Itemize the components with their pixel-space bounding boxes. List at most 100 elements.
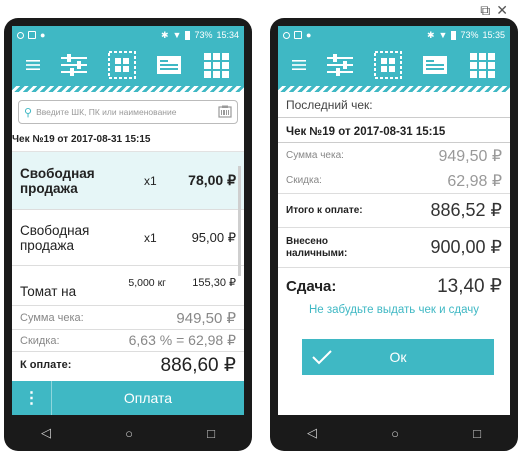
home-icon[interactable]: ○ xyxy=(391,426,399,441)
status-bar: ● ✱ ▼ 73% 15:34 xyxy=(12,26,244,44)
status-bar: ● ✱ ▼ 73% 15:35 xyxy=(278,26,510,44)
android-navbar: ◁ ○ □ xyxy=(270,415,518,451)
sliders-icon[interactable] xyxy=(59,52,89,78)
item-qty: x1 xyxy=(144,173,157,188)
record-icon xyxy=(17,31,24,39)
receipt-sum-row: Сумма чека: 949,50 ₽ xyxy=(12,306,244,330)
window-controls: ⧉✕ xyxy=(480,2,514,19)
toolbar xyxy=(12,44,244,86)
close-icon[interactable]: ✕ xyxy=(496,2,514,19)
more-options-button[interactable]: ⋮ xyxy=(12,381,52,415)
more-vert-icon: ⋮ xyxy=(23,390,40,407)
clock: 15:34 xyxy=(216,30,239,40)
reminder-text: Не забудьте выдать чек и сдачу xyxy=(308,304,480,316)
receipt-sum-row: Сумма чека: 949,50 ₽ xyxy=(278,142,510,168)
ok-button[interactable]: Ок xyxy=(302,339,494,375)
list-item[interactable]: Свободная продажа x1 95,00 ₽ xyxy=(12,210,244,266)
recent-apps-icon[interactable]: □ xyxy=(473,426,481,441)
check-icon xyxy=(302,349,342,365)
item-name: Томат на xyxy=(20,284,77,299)
item-price: 78,00 ₽ xyxy=(188,172,236,188)
topay-value: 886,52 ₽ xyxy=(430,200,502,220)
battery-level: 73% xyxy=(194,30,213,40)
back-icon[interactable]: ◁ xyxy=(307,425,317,441)
sum-label: Сумма чека: xyxy=(286,150,344,161)
topay-label: Итого к оплате: xyxy=(286,205,363,216)
sum-label: Сумма чека: xyxy=(20,311,84,324)
last-check-row: Последний чек: xyxy=(278,92,510,118)
item-price: 95,00 ₽ xyxy=(191,229,236,245)
search-icon: ⚲ xyxy=(24,106,33,119)
hamburger-menu-icon[interactable] xyxy=(291,59,306,71)
wifi-icon: ▼ xyxy=(438,30,448,40)
cash-row: Внесено наличными: 900,00 ₽ xyxy=(278,228,510,268)
discount-label: Скидка: xyxy=(286,175,322,186)
android-icon: ● xyxy=(40,30,46,40)
cash-label-line2: наличными: xyxy=(286,247,348,259)
change-label: Сдача: xyxy=(286,277,337,295)
home-icon[interactable]: ○ xyxy=(125,426,133,441)
item-qty: x1 xyxy=(144,230,157,245)
app-icon xyxy=(28,31,36,39)
sum-value: 949,50 ₽ xyxy=(438,147,502,165)
discount-value: 62,98 ₽ xyxy=(447,172,502,190)
discount-row: Скидка: 62,98 ₽ xyxy=(278,168,510,194)
search-input[interactable]: ⚲ Введите ШК, ПК или наименование xyxy=(18,100,238,124)
last-check-label: Последний чек: xyxy=(286,97,373,112)
discount-row: Скидка: 6,63 % = 62,98 ₽ xyxy=(12,330,244,352)
total-row: К оплате: 886,60 ₽ xyxy=(12,352,244,378)
phone-change-screen: ● ✱ ▼ 73% 15:35 Последний чек: Чек №19 о… xyxy=(270,18,518,451)
ok-label: Ок xyxy=(389,349,407,365)
list-item[interactable]: Свободная продажа x1 78,00 ₽ xyxy=(12,152,244,210)
total-value: 886,60 ₽ xyxy=(160,354,236,376)
scrollbar[interactable] xyxy=(238,166,241,276)
change-value: 13,40 ₽ xyxy=(437,275,502,297)
sliders-icon[interactable] xyxy=(325,52,355,78)
discount-label: Скидка: xyxy=(20,334,60,347)
pay-label: Оплата xyxy=(123,390,173,406)
list-item[interactable]: Томат на 5,000 кг 155,30 ₽ xyxy=(12,266,244,306)
discount-value: 6,63 % = 62,98 ₽ xyxy=(128,332,236,348)
cash-value: 900,00 ₽ xyxy=(430,237,502,257)
bluetooth-icon: ✱ xyxy=(426,29,435,40)
phone-screen: ● ✱ ▼ 73% 15:35 Последний чек: Чек №19 о… xyxy=(278,26,510,415)
bottom-action-bar: ⋮ Оплата xyxy=(12,381,244,415)
clock: 15:35 xyxy=(482,30,505,40)
android-icon: ● xyxy=(306,30,312,40)
hamburger-menu-icon[interactable] xyxy=(25,59,40,71)
receipt-header: Чек №19 от 2017-08-31 15:15 xyxy=(12,128,244,152)
receipt-header-row: Чек №19 от 2017-08-31 15:15 xyxy=(278,122,510,142)
phone-cart-screen: ● ✱ ▼ 73% 15:34 ⚲ Введите ШК, ПК или наимен… xyxy=(4,18,252,451)
sum-value: 949,50 ₽ xyxy=(176,309,236,327)
recent-apps-icon[interactable]: □ xyxy=(207,426,215,441)
change-row: Сдача: 13,40 ₽ xyxy=(278,268,510,304)
item-name: Свободная продажа xyxy=(20,222,90,253)
grid-icon[interactable] xyxy=(107,51,136,79)
toolbar xyxy=(278,44,510,86)
record-icon xyxy=(283,31,290,39)
search-placeholder: Введите ШК, ПК или наименование xyxy=(36,107,177,117)
back-icon[interactable]: ◁ xyxy=(41,425,51,441)
grid-icon[interactable] xyxy=(373,51,402,79)
tiles-icon[interactable] xyxy=(202,51,230,79)
phone-screen: ● ✱ ▼ 73% 15:34 ⚲ Введите ШК, ПК или наимен… xyxy=(12,26,244,415)
battery-icon xyxy=(185,30,191,40)
topay-row: Итого к оплате: 886,52 ₽ xyxy=(278,194,510,228)
wifi-icon: ▼ xyxy=(172,30,182,40)
android-navbar: ◁ ○ □ xyxy=(4,415,252,451)
tiles-icon[interactable] xyxy=(468,51,496,79)
pay-button[interactable]: Оплата xyxy=(52,381,244,415)
battery-level: 73% xyxy=(460,30,479,40)
receipt-icon[interactable] xyxy=(155,52,183,78)
scanner-icon[interactable] xyxy=(218,105,232,120)
item-price: 155,30 ₽ xyxy=(192,277,236,289)
total-label: К оплате: xyxy=(20,359,72,371)
external-link-icon[interactable]: ⧉ xyxy=(480,2,496,19)
app-icon xyxy=(294,31,302,39)
receipt-icon[interactable] xyxy=(421,52,449,78)
bluetooth-icon: ✱ xyxy=(160,29,169,40)
cash-label: Внесено наличными: xyxy=(286,236,347,260)
receipt-header: Чек №19 от 2017-08-31 15:15 xyxy=(286,126,446,138)
item-qty: 5,000 кг xyxy=(128,276,166,289)
toolbar-edge xyxy=(12,86,244,92)
